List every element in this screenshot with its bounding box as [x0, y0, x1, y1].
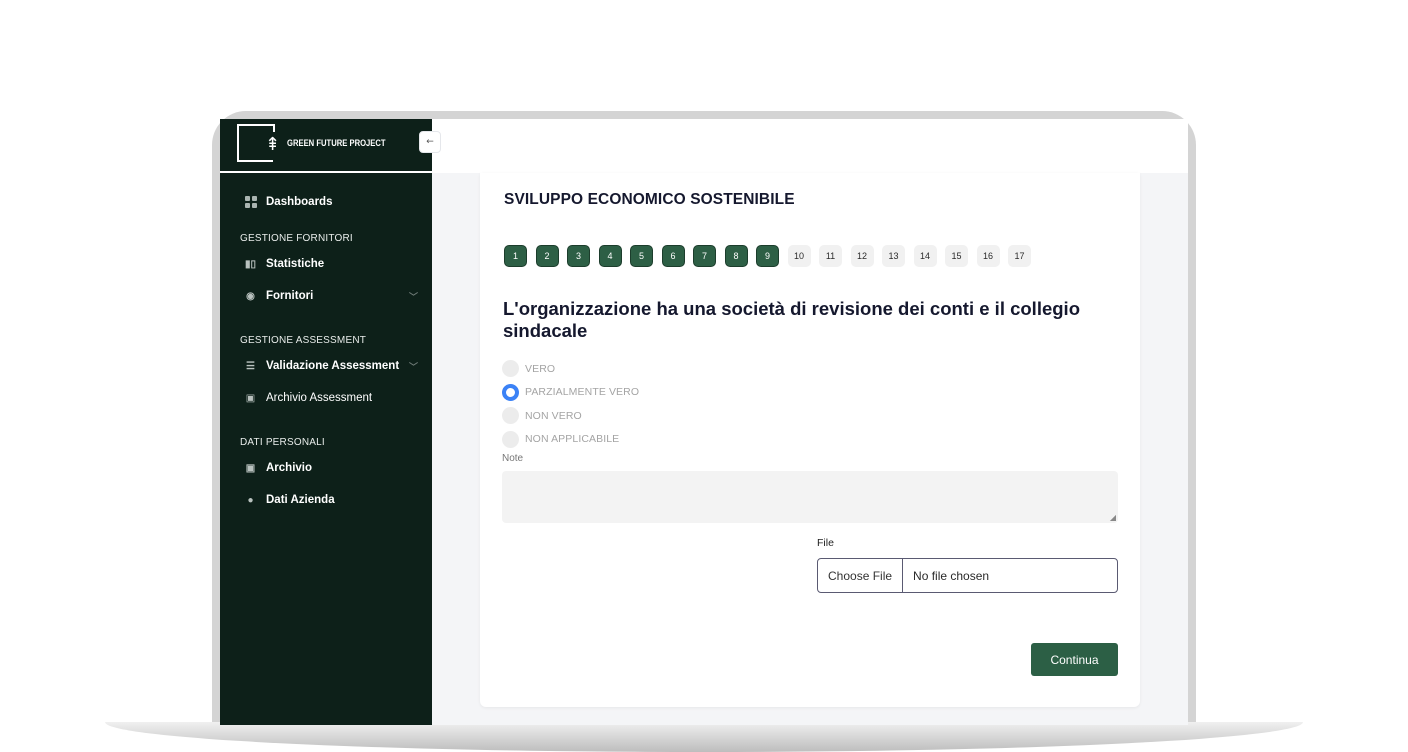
step-8[interactable]: 8 — [724, 245, 748, 267]
step-5[interactable]: 5 — [630, 245, 653, 267]
sidebar-section-personali: DATI PERSONALI — [240, 437, 325, 448]
sidebar-item-dati-azienda[interactable]: ● Dati Azienda — [240, 484, 420, 516]
step-10[interactable]: 10 — [787, 245, 811, 267]
tree-icon: ⇞ — [265, 134, 281, 155]
sidebar: ⇞ GREEN FUTURE PROJECT Dashboards GESTIO… — [220, 119, 432, 725]
file-label: File — [817, 537, 834, 549]
sidebar-item-label: Validazione Assessment — [266, 360, 400, 372]
step-7[interactable]: 7 — [693, 245, 716, 267]
step-13[interactable]: 13 — [882, 245, 905, 267]
collapse-sidebar-button[interactable]: ← — [419, 131, 441, 153]
file-input[interactable]: Choose File No file chosen — [817, 558, 1118, 593]
sidebar-item-validazione[interactable]: ☰ Validazione Assessment ﹀ — [240, 350, 420, 382]
sidebar-item-dashboards[interactable]: Dashboards — [240, 186, 420, 218]
step-11[interactable]: 11 — [819, 245, 842, 267]
brand-name: GREEN FUTURE PROJECT — [287, 138, 386, 148]
answer-option-label: NON APPLICABILE — [525, 433, 620, 446]
step-2[interactable]: 2 — [535, 245, 559, 267]
radio-button[interactable] — [502, 383, 519, 401]
answer-option[interactable]: VERO — [502, 357, 639, 381]
answer-option[interactable]: PARZIALMENTE VERO — [502, 381, 639, 405]
step-12[interactable]: 12 — [850, 245, 874, 267]
sidebar-item-label: Archivio Assessment — [266, 392, 373, 404]
step-15[interactable]: 15 — [945, 245, 968, 267]
answer-option[interactable]: NON APPLICABILE — [502, 428, 639, 452]
resize-handle-icon[interactable]: ◢ — [1110, 513, 1116, 522]
chevron-down-icon: ﹀ — [408, 291, 418, 302]
sidebar-item-label: Archivio — [266, 462, 313, 474]
answer-option-label: PARZIALMENTE VERO — [525, 386, 640, 399]
bar-chart-icon: ▮▯ — [244, 258, 256, 270]
answer-option[interactable]: NON VERO — [502, 404, 639, 428]
app-window: ⇞ GREEN FUTURE PROJECT Dashboards GESTIO… — [220, 119, 1188, 725]
radio-button[interactable] — [502, 430, 519, 448]
note-label: Note — [502, 453, 524, 464]
choose-file-button[interactable]: Choose File — [818, 559, 904, 592]
topbar: G — [432, 119, 1188, 173]
answer-option-label: VERO — [525, 362, 556, 375]
question-text: L'organizzazione ha una società di revis… — [503, 298, 1080, 341]
user-icon: ● — [247, 494, 254, 506]
dashboard-grid-icon — [244, 196, 257, 209]
sidebar-item-label: Dashboards — [266, 196, 333, 208]
step-14[interactable]: 14 — [913, 245, 937, 267]
step-17[interactable]: 17 — [1008, 245, 1031, 267]
answer-option-label: NON VERO — [525, 409, 582, 422]
assessment-card: SVILUPPO ECONOMICO SOSTENIBILE 123456789… — [480, 173, 1140, 707]
sidebar-item-label: Fornitori — [266, 290, 314, 302]
supplier-icon: ◉ — [246, 290, 255, 302]
sidebar-item-fornitori[interactable]: ◉ Fornitori ﹀ — [240, 280, 420, 312]
sidebar-item-statistiche[interactable]: ▮▯ Statistiche — [240, 248, 420, 280]
list-check-icon: ☰ — [246, 360, 255, 372]
radio-button[interactable] — [502, 407, 519, 425]
laptop-base — [105, 722, 1303, 752]
brand-logo[interactable]: ⇞ GREEN FUTURE PROJECT — [237, 123, 407, 163]
section-title: SVILUPPO ECONOMICO SOSTENIBILE — [504, 191, 795, 208]
step-6[interactable]: 6 — [661, 245, 685, 267]
step-navigator: 1 2 3 4 5 6 7 8 9 10 11 12 13 14 15 16 17 — [504, 245, 1031, 267]
continue-button[interactable]: Continua — [1031, 643, 1118, 676]
step-16[interactable]: 16 — [976, 245, 1000, 267]
note-textarea[interactable]: ◢ — [502, 471, 1118, 523]
sidebar-item-label: Statistiche — [266, 258, 325, 270]
chevron-down-icon: ﹀ — [408, 361, 418, 372]
sidebar-item-label: Dati Azienda — [266, 494, 335, 506]
sidebar-nav: Dashboards GESTIONE FORNITORI ▮▯ Statist… — [240, 186, 420, 516]
step-9[interactable]: 9 — [756, 245, 779, 267]
sidebar-section-assessment: GESTIONE ASSESSMENT — [240, 335, 367, 346]
sidebar-item-archivio[interactable]: ▣ Archivio — [240, 452, 420, 484]
arrow-left-icon: ← — [426, 137, 434, 147]
step-3[interactable]: 3 — [567, 245, 590, 267]
sidebar-item-archivio-assessment[interactable]: ▣ Archivio Assessment — [240, 382, 420, 414]
archive-icon: ▣ — [245, 392, 256, 404]
step-1[interactable]: 1 — [504, 245, 527, 267]
radio-button[interactable] — [502, 360, 519, 378]
sidebar-divider — [220, 171, 432, 173]
sidebar-section-fornitori: GESTIONE FORNITORI — [240, 233, 353, 244]
archive-icon: ▣ — [245, 462, 256, 474]
answer-options: VERO PARZIALMENTE VERO NON VERO NON APPLICA… — [502, 357, 639, 451]
step-4[interactable]: 4 — [598, 245, 622, 267]
file-status: No file chosen — [913, 568, 990, 583]
